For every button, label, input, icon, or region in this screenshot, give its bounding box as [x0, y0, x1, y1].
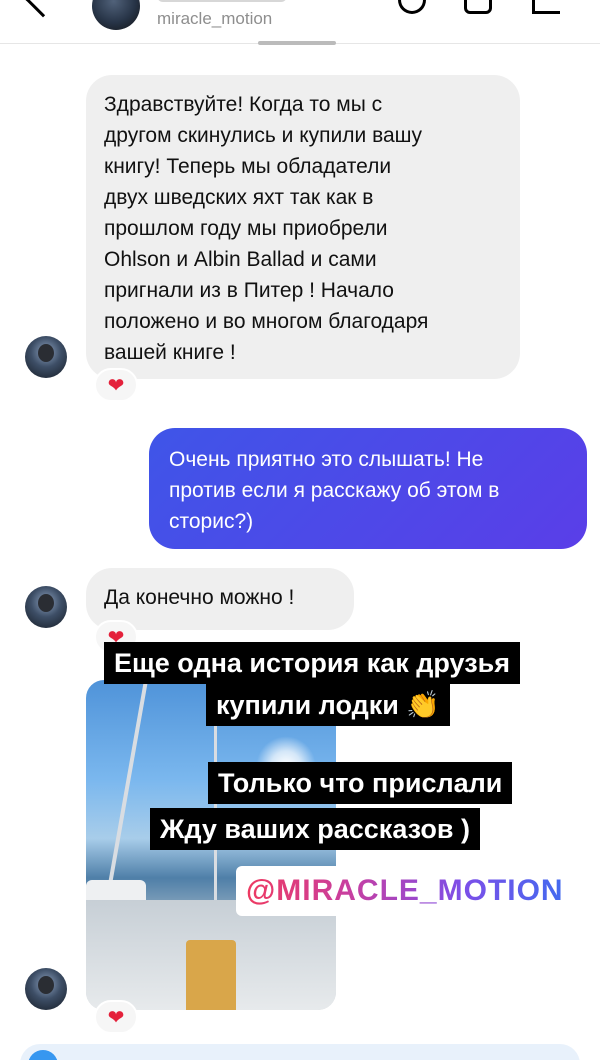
message-composer[interactable]	[20, 1044, 580, 1060]
phone-icon[interactable]	[398, 0, 426, 14]
story-caption-line: Только что прислали	[208, 762, 513, 804]
outgoing-message[interactable]: Очень приятно это слышать! Не против есл…	[149, 428, 587, 549]
chevron-left-icon[interactable]	[24, 0, 62, 18]
heart-icon: ❤	[107, 1006, 125, 1029]
sender-avatar[interactable]	[25, 968, 67, 1010]
story-caption-line: Жду ваших рассказов )	[150, 808, 480, 850]
sender-avatar[interactable]	[25, 586, 67, 628]
incoming-message[interactable]: Здравствуйте! Когда то мы с другом скину…	[86, 75, 520, 379]
heart-icon: ❤	[107, 374, 125, 397]
reaction-badge[interactable]: ❤	[94, 368, 138, 402]
contact-name-cropped[interactable]	[157, 0, 287, 2]
sender-avatar[interactable]	[25, 336, 67, 378]
info-icon[interactable]	[532, 0, 560, 14]
handle-sticker: @MIRACLE_MOTION	[236, 866, 574, 916]
story-caption-line: купили лодки 👏	[206, 684, 450, 726]
video-camera-icon[interactable]	[464, 0, 492, 14]
contact-username[interactable]: miracle_motion	[157, 9, 272, 29]
deck-hatch	[186, 940, 236, 1010]
story-caption-line: Еще одна история как друзья	[104, 642, 520, 684]
reaction-badge[interactable]: ❤	[94, 1000, 138, 1034]
contact-avatar[interactable]	[92, 0, 140, 30]
chat-header: miracle_motion	[0, 0, 600, 45]
timestamp-cropped	[258, 41, 336, 45]
